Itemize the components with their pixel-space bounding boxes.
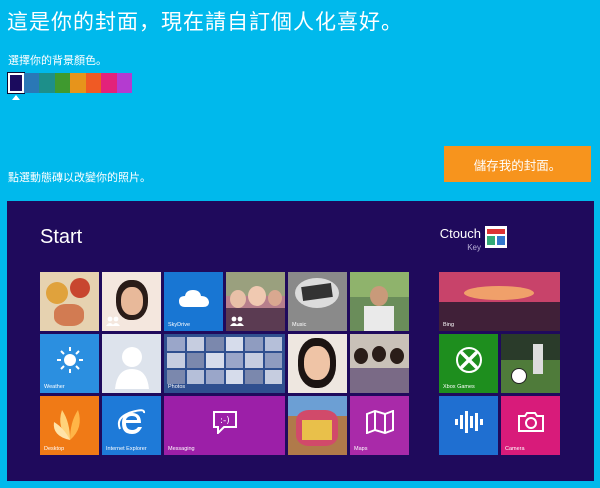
photo-tile-elephant[interactable] bbox=[288, 396, 347, 455]
background-color-label: 選擇你的背景顏色。 bbox=[8, 54, 107, 67]
internet-explorer-label: Internet Explorer bbox=[106, 446, 147, 452]
user-info: Ctouch Key bbox=[435, 226, 481, 252]
start-screen-preview: Start Ctouch Key SkyDrive Music Bing Wea… bbox=[7, 201, 594, 481]
svg-text::-): :-) bbox=[220, 416, 230, 426]
color-swatch-4[interactable] bbox=[54, 73, 70, 93]
desktop-tile[interactable]: Desktop bbox=[40, 396, 99, 455]
save-cover-button[interactable]: 儲存我的封面。 bbox=[444, 146, 591, 182]
skydrive-label: SkyDrive bbox=[168, 322, 191, 328]
color-swatch-2[interactable] bbox=[23, 73, 39, 93]
person-silhouette-icon bbox=[114, 347, 149, 390]
sports-tile[interactable] bbox=[501, 334, 560, 393]
color-swatch-6[interactable] bbox=[85, 73, 101, 93]
photo-tile-friends[interactable] bbox=[350, 334, 409, 393]
people-icon bbox=[106, 316, 120, 326]
xbox-label: Xbox Games bbox=[443, 384, 475, 390]
photo-tile-onepiece[interactable] bbox=[40, 272, 99, 331]
messaging-tile[interactable]: :-) Messaging bbox=[164, 396, 285, 455]
xbox-icon bbox=[455, 346, 482, 373]
desktop-label: Desktop bbox=[44, 446, 65, 452]
xbox-tile[interactable]: Xbox Games bbox=[439, 334, 498, 393]
photo-tile-group[interactable] bbox=[226, 272, 285, 331]
photo-tile-man[interactable] bbox=[350, 272, 409, 331]
messaging-label: Messaging bbox=[168, 446, 195, 452]
color-swatch-8[interactable] bbox=[116, 73, 132, 93]
user-name: Ctouch bbox=[439, 226, 481, 241]
page-title: 這是你的封面，現在請自訂個人化喜好。 bbox=[7, 10, 403, 34]
skydrive-tile[interactable]: SkyDrive bbox=[164, 272, 223, 331]
sound-wave-icon bbox=[454, 410, 483, 433]
color-swatch-7[interactable] bbox=[101, 73, 117, 93]
audio-tile[interactable] bbox=[439, 396, 498, 455]
camera-icon bbox=[517, 411, 544, 432]
selected-color-caret-icon bbox=[12, 95, 20, 100]
avatar bbox=[485, 226, 507, 248]
chat-bubble-icon: :-) bbox=[212, 410, 237, 434]
cloud-icon bbox=[178, 289, 209, 307]
internet-explorer-tile[interactable]: Internet Explorer bbox=[102, 396, 161, 455]
photo-hint: 點選動態磚以改變你的照片。 bbox=[8, 171, 151, 184]
color-swatch-5[interactable] bbox=[70, 73, 86, 93]
camera-label: Camera bbox=[505, 446, 525, 452]
maps-label: Maps bbox=[354, 446, 368, 452]
photos-tile[interactable]: Photos bbox=[164, 334, 285, 393]
map-icon bbox=[365, 409, 394, 434]
color-picker bbox=[7, 72, 150, 94]
photos-label: Photos bbox=[168, 384, 186, 390]
color-swatch-3[interactable] bbox=[39, 73, 55, 93]
internet-explorer-icon bbox=[117, 409, 145, 434]
start-label: Start bbox=[40, 226, 83, 248]
sun-icon bbox=[56, 346, 83, 373]
flower-icon bbox=[53, 409, 80, 440]
bing-label: Bing bbox=[443, 322, 455, 328]
bing-tile[interactable]: Bing bbox=[439, 272, 560, 331]
people-icon bbox=[230, 316, 244, 326]
camera-tile[interactable]: Camera bbox=[501, 396, 560, 455]
weather-label: Weather bbox=[44, 384, 65, 390]
photo-tile-girl[interactable] bbox=[288, 334, 347, 393]
contact-tile[interactable] bbox=[102, 334, 161, 393]
weather-tile[interactable]: Weather bbox=[40, 334, 99, 393]
music-label: Music bbox=[292, 322, 307, 328]
color-swatch-1[interactable] bbox=[7, 72, 25, 94]
people-tile[interactable] bbox=[102, 272, 161, 331]
music-tile[interactable]: Music bbox=[288, 272, 347, 331]
user-sub: Key bbox=[467, 243, 481, 252]
maps-tile[interactable]: Maps bbox=[350, 396, 409, 455]
